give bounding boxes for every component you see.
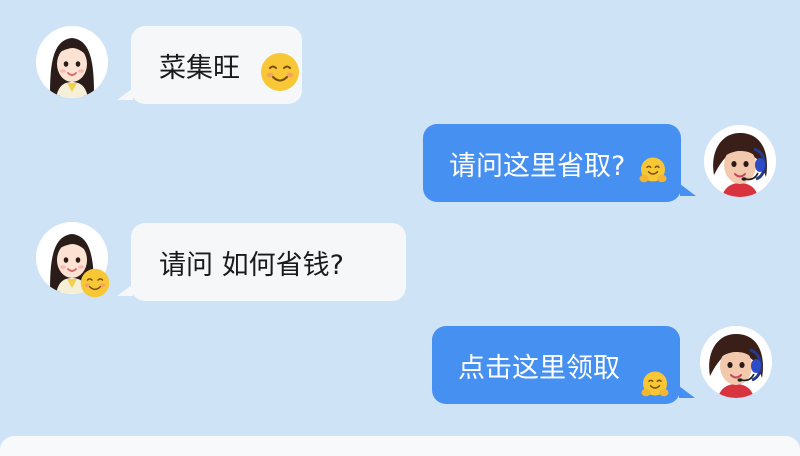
user-avatar[interactable] (36, 26, 108, 98)
message-text: 菜集旺 (159, 52, 240, 84)
headset-agent-avatar-icon (704, 125, 776, 197)
hugging-face-icon (638, 156, 668, 183)
bubble-tail (679, 386, 695, 398)
agent-avatar[interactable] (700, 326, 772, 398)
message-text: 请问这里省取? (449, 150, 626, 182)
hugging-face-icon (640, 370, 670, 397)
agent-avatar[interactable] (704, 125, 776, 197)
message-bubble-incoming[interactable]: 请问 如何省钱? (131, 223, 406, 301)
chat-area: 菜集旺 请问这里省取? 请问 如何省钱? 点击这里领取 (0, 0, 800, 456)
smiling-face-icon (260, 52, 300, 92)
input-bar[interactable] (0, 436, 800, 456)
bubble-tail (680, 184, 696, 196)
headset-agent-avatar-icon (700, 326, 772, 398)
smiling-face-icon (80, 268, 110, 298)
girl-avatar-icon (36, 26, 108, 98)
message-text: 请问 如何省钱? (159, 249, 344, 281)
message-text: 点击这里领取 (458, 352, 620, 384)
